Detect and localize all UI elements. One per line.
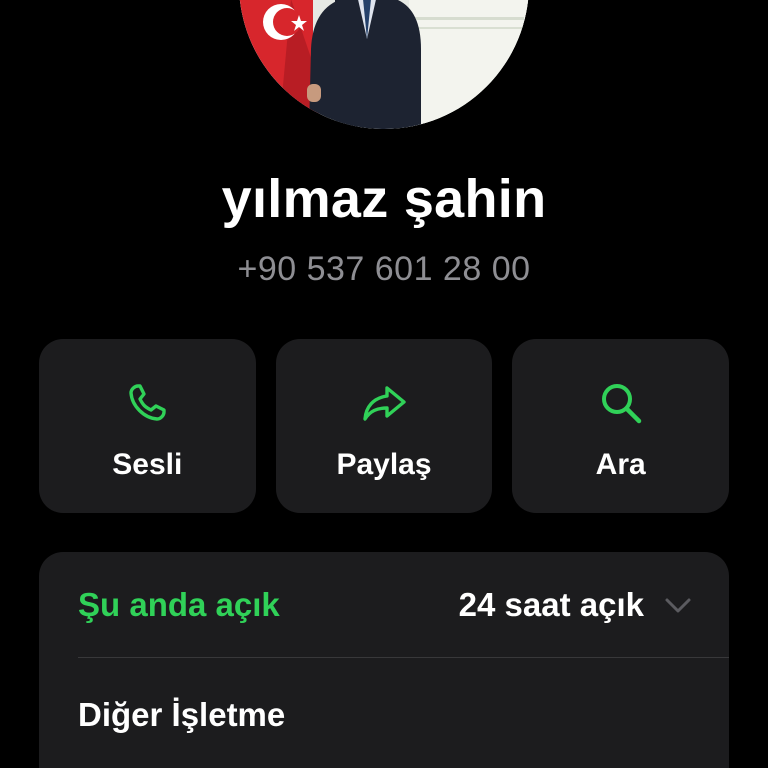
search-icon [597,379,645,427]
search-button[interactable]: Ara [512,339,730,513]
contact-name: yılmaz şahin [221,169,547,229]
profile-photo [239,0,529,129]
open-status: Şu anda açık [78,586,280,623]
avatar[interactable] [239,0,529,129]
chevron-down-icon [665,598,691,613]
opening-hours: 24 saat açık [458,586,644,623]
voice-call-label: Sesli [112,448,183,481]
share-arrow-icon [360,379,408,427]
business-info-card: Şu anda açık 24 saat açık Diğer İşletme [39,552,729,768]
contact-info-screen: yılmaz şahin +90 537 601 28 00 Sesli Pay… [0,0,768,768]
contact-phone-number[interactable]: +90 537 601 28 00 [0,250,768,289]
action-buttons: Sesli Paylaş Ara [39,339,730,513]
business-hours-row[interactable]: Şu anda açık 24 saat açık [39,552,729,657]
business-category: Diğer İşletme [78,696,286,733]
phone-icon [123,379,171,427]
business-category-row: Diğer İşletme [39,658,729,768]
voice-call-button[interactable]: Sesli [39,339,256,513]
search-label: Ara [595,448,646,481]
share-label: Paylaş [336,448,432,481]
share-button[interactable]: Paylaş [275,339,493,513]
